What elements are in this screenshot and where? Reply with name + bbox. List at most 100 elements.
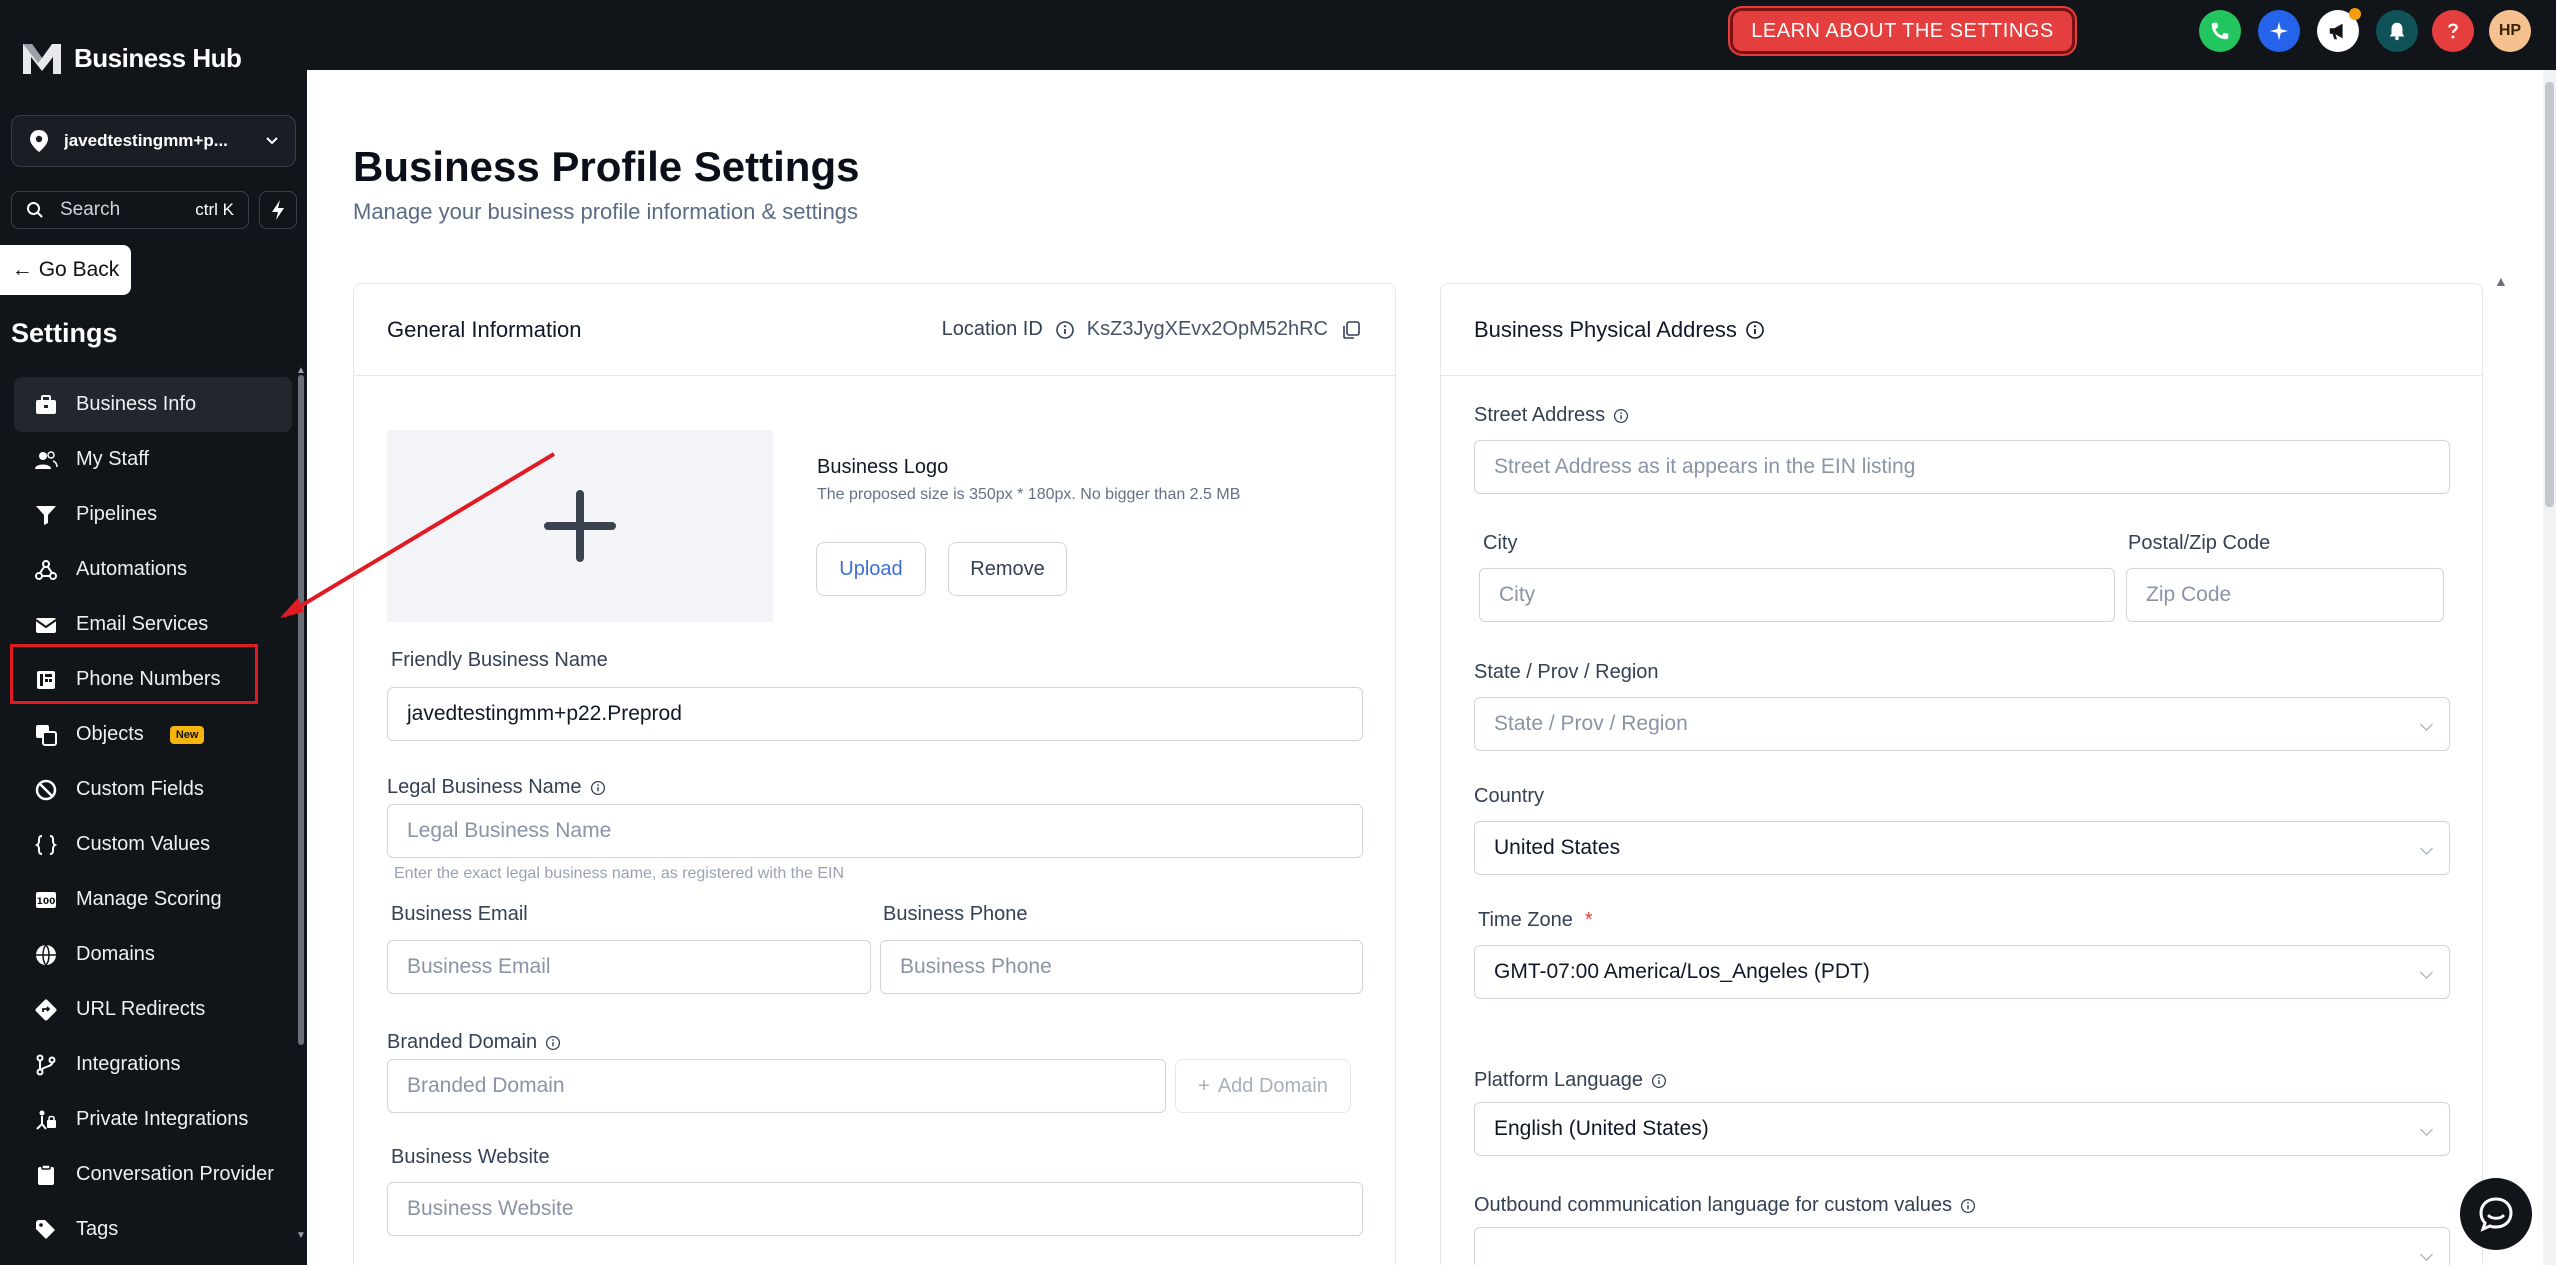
- street-address-input[interactable]: Street Address as it appears in the EIN …: [1474, 440, 2450, 494]
- sidebar-item-label: Objects: [76, 723, 144, 745]
- location-id-value: KsZ3JygXEvx2OpM52hRC: [1086, 318, 1328, 340]
- search-icon: [27, 202, 43, 218]
- state-select[interactable]: State / Prov / Region: [1474, 697, 2450, 751]
- users-icon: [35, 450, 58, 469]
- notification-dot: [2349, 8, 2361, 20]
- location-name: javedtestingmm+p...: [64, 131, 228, 150]
- legal-name-label-text: Legal Business Name: [387, 776, 582, 798]
- friendly-name-input[interactable]: javedtestingmm+p22.Preprod: [387, 687, 1363, 741]
- country-value: United States: [1494, 836, 1621, 859]
- legal-name-input[interactable]: Legal Business Name: [387, 804, 1363, 858]
- info-icon[interactable]: [545, 1035, 561, 1051]
- objects-icon: [36, 724, 57, 746]
- timezone-label-text: Time Zone: [1478, 909, 1573, 931]
- friendly-name-label: Friendly Business Name: [391, 649, 608, 671]
- phone-icon: [2211, 22, 2229, 40]
- sidebar-item-label: My Staff: [76, 448, 149, 470]
- sparkle-icon: [2269, 21, 2289, 41]
- country-select[interactable]: United States: [1474, 821, 2450, 875]
- sidebar: Business Hub javedtestingmm+p... Search …: [0, 0, 307, 1265]
- sidebar-item-label: Custom Values: [76, 833, 211, 855]
- sidebar-item-conversation-provider[interactable]: Conversation Provider: [14, 1147, 292, 1202]
- info-icon[interactable]: [1651, 1073, 1667, 1089]
- sidebar-item-business-info[interactable]: Business Info: [14, 377, 292, 432]
- sidebar-item-label: Integrations: [76, 1053, 181, 1075]
- upload-button[interactable]: Upload: [816, 542, 926, 596]
- outbound-language-select[interactable]: [1474, 1227, 2450, 1265]
- notifications-button[interactable]: [2376, 10, 2418, 52]
- timezone-value: GMT-07:00 America/Los_Angeles (PDT): [1494, 960, 1870, 983]
- scroll-down-arrow-icon[interactable]: ▼: [296, 1230, 306, 1241]
- logo-upload-area[interactable]: [387, 430, 773, 622]
- announcements-button[interactable]: [2317, 8, 2361, 52]
- page-scrollbar-thumb[interactable]: [2545, 82, 2554, 507]
- info-icon[interactable]: [1055, 320, 1075, 340]
- sidebar-item-tags[interactable]: Tags: [14, 1202, 292, 1257]
- zip-code-placeholder: Zip Code: [2146, 583, 2232, 606]
- platform-language-label-text: Platform Language: [1474, 1069, 1644, 1091]
- sidebar-item-label: Custom Fields: [76, 778, 204, 800]
- sidebar-item-label: Pipelines: [76, 503, 158, 525]
- sidebar-item-domains[interactable]: Domains: [14, 927, 292, 982]
- sidebar-item-label: Private Integrations: [76, 1108, 249, 1130]
- phone-call-button[interactable]: [2199, 10, 2241, 52]
- info-icon[interactable]: [1613, 408, 1629, 424]
- sidebar-item-private-integrations[interactable]: Private Integrations: [14, 1092, 292, 1147]
- branded-domain-input[interactable]: Branded Domain: [387, 1059, 1166, 1113]
- brand-logo-icon: [23, 44, 61, 74]
- copy-icon[interactable]: [1340, 319, 1362, 341]
- info-icon[interactable]: [1960, 1198, 1976, 1214]
- sidebar-item-custom-fields[interactable]: Custom Fields: [14, 762, 292, 817]
- panel-scroll-up-arrow-icon[interactable]: ▲: [2494, 273, 2508, 289]
- sidebar-item-custom-values[interactable]: Custom Values: [14, 817, 292, 872]
- page-title: Business Profile Settings: [353, 143, 860, 190]
- user-avatar[interactable]: HP: [2489, 10, 2531, 52]
- help-button[interactable]: [2432, 10, 2474, 52]
- chat-widget-button[interactable]: [2460, 1178, 2532, 1250]
- settings-nav: Business Info My Staff Pipelines Automat…: [14, 377, 292, 1257]
- go-back-label: Go Back: [38, 258, 120, 281]
- timezone-select[interactable]: GMT-07:00 America/Los_Angeles (PDT): [1474, 945, 2450, 999]
- location-pin-icon: [30, 130, 48, 152]
- ai-assistant-button[interactable]: [2258, 10, 2300, 52]
- zip-code-input[interactable]: Zip Code: [2126, 568, 2444, 622]
- learn-about-settings-button[interactable]: LEARN ABOUT THE SETTINGS: [1730, 8, 2075, 54]
- sidebar-item-label: Tags: [76, 1218, 119, 1240]
- brand-logo[interactable]: Business Hub: [20, 38, 242, 78]
- remove-button[interactable]: Remove: [948, 542, 1067, 596]
- platform-language-select[interactable]: English (United States): [1474, 1102, 2450, 1156]
- info-icon[interactable]: [590, 780, 606, 796]
- sidebar-item-my-staff[interactable]: My Staff: [14, 432, 292, 487]
- add-domain-label: Add Domain: [1217, 1074, 1328, 1097]
- plus-icon: [544, 490, 616, 562]
- location-id: Location ID KsZ3JygXEvx2OpM52hRC: [942, 318, 1362, 341]
- go-back-button[interactable]: ← Go Back: [0, 245, 131, 295]
- chevron-down-icon: [266, 137, 278, 145]
- business-email-input[interactable]: Business Email: [387, 940, 871, 994]
- branded-domain-label-text: Branded Domain: [387, 1031, 538, 1053]
- sidebar-item-url-redirects[interactable]: URL Redirects: [14, 982, 292, 1037]
- sidebar-item-label: Domains: [76, 943, 155, 965]
- sidebar-item-objects[interactable]: Objects New: [14, 707, 292, 762]
- search-button[interactable]: Search ctrl K: [11, 191, 249, 229]
- city-input[interactable]: City: [1479, 568, 2115, 622]
- add-domain-button[interactable]: + Add Domain: [1175, 1059, 1351, 1113]
- integrations-icon: [36, 1054, 56, 1075]
- location-switcher[interactable]: javedtestingmm+p...: [11, 115, 296, 167]
- quick-actions-button[interactable]: [259, 191, 297, 229]
- city-placeholder: City: [1499, 583, 1536, 606]
- sidebar-item-label: Email Services: [76, 613, 209, 635]
- street-address-label-text: Street Address: [1474, 404, 1606, 426]
- sidebar-item-label: URL Redirects: [76, 998, 206, 1020]
- info-icon[interactable]: [1745, 320, 1765, 340]
- business-website-input[interactable]: Business Website: [387, 1182, 1363, 1236]
- sidebar-item-pipelines[interactable]: Pipelines: [14, 487, 292, 542]
- business-phone-label: Business Phone: [883, 903, 1028, 925]
- business-phone-input[interactable]: Business Phone: [880, 940, 1363, 994]
- required-asterisk: *: [1584, 909, 1593, 931]
- sidebar-item-integrations[interactable]: Integrations: [14, 1037, 292, 1092]
- sidebar-scrollbar[interactable]: [298, 375, 304, 1045]
- card-title: Business Physical Address: [1474, 317, 1765, 343]
- sidebar-item-automations[interactable]: Automations: [14, 542, 292, 597]
- sidebar-item-manage-scoring[interactable]: 100 Manage Scoring: [14, 872, 292, 927]
